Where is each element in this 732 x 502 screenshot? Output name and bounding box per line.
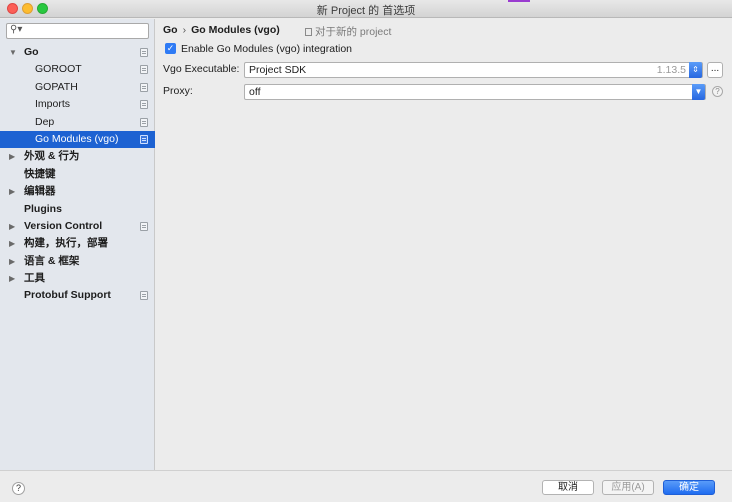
breadcrumb-separator: › <box>182 24 187 36</box>
title-accent-bar <box>508 0 530 2</box>
sidebar-item-label: Protobuf Support <box>24 289 111 302</box>
sidebar-item-label: Plugins <box>24 202 62 215</box>
project-scope-note: 对于新的 project <box>305 24 391 39</box>
project-scope-icon <box>140 100 148 110</box>
sidebar-item-protobuf-support[interactable]: Protobuf Support <box>0 287 155 304</box>
collapsed-arrow-icon[interactable]: ▶ <box>9 235 15 252</box>
collapsed-arrow-icon[interactable]: ▶ <box>9 270 15 287</box>
search-icon: ⚲▾ <box>10 24 23 35</box>
project-scope-icon <box>140 291 148 301</box>
expanded-arrow-icon[interactable]: ▼ <box>9 44 17 61</box>
vgo-executable-value: Project SDK <box>249 64 307 76</box>
title-bar: 新 Project 的 首选项 <box>0 0 732 18</box>
breadcrumb-current: Go Modules (vgo) <box>191 24 280 36</box>
help-button[interactable]: ? <box>12 482 25 495</box>
project-scope-icon <box>140 82 148 92</box>
settings-tree: ▼ Go GOROOT GOPATH Imports Dep Go Module… <box>0 44 155 305</box>
project-scope-icon <box>140 48 148 57</box>
sidebar-item-keymap[interactable]: 快捷键 <box>0 166 155 183</box>
proxy-help-icon[interactable]: ? <box>712 86 723 97</box>
breadcrumb: Go › Go Modules (vgo) <box>163 24 280 36</box>
scope-label: 对于新的 project <box>315 26 392 38</box>
settings-panel: Go › Go Modules (vgo) 对于新的 project ✓ Enabl… <box>156 19 732 470</box>
settings-sidebar: ⚲▾ ▼ Go GOROOT GOPATH Imports Dep Go Mod… <box>0 19 155 470</box>
proxy-select[interactable]: off ▼ <box>244 84 706 100</box>
sidebar-item-label: Version Control <box>24 219 103 232</box>
sidebar-item-appearance-behavior[interactable]: ▶ 外观 & 行为 <box>0 148 155 165</box>
sidebar-item-label: Go <box>24 46 39 58</box>
collapsed-arrow-icon[interactable]: ▶ <box>9 253 15 270</box>
sidebar-item-dep[interactable]: Dep <box>0 114 155 131</box>
sidebar-item-languages-frameworks[interactable]: ▶ 语言 & 框架 <box>0 253 155 270</box>
sdk-version: 1.13.5 <box>656 64 686 76</box>
sidebar-item-label: 语言 & 框架 <box>24 254 80 267</box>
window-title: 新 Project 的 首选项 <box>316 5 416 17</box>
proxy-label: Proxy: <box>163 85 193 97</box>
vgo-executable-label: Vgo Executable: <box>163 63 240 75</box>
project-scope-icon <box>140 65 148 75</box>
collapsed-arrow-icon[interactable]: ▶ <box>9 148 15 165</box>
sidebar-item-go-modules[interactable]: Go Modules (vgo) <box>0 130 155 149</box>
sidebar-item-version-control[interactable]: ▶ Version Control <box>0 218 155 235</box>
project-scope-icon <box>140 117 148 127</box>
sidebar-item-label: Dep <box>35 115 55 128</box>
collapsed-arrow-icon[interactable]: ▶ <box>9 218 15 235</box>
sidebar-search-input[interactable]: ⚲▾ <box>6 23 149 39</box>
enable-go-modules-checkbox[interactable]: ✓ <box>165 43 176 54</box>
collapsed-arrow-icon[interactable]: ▶ <box>9 183 15 200</box>
sidebar-item-gopath[interactable]: GOPATH <box>0 79 155 96</box>
cancel-button[interactable]: 取消 <box>542 480 594 495</box>
apply-button[interactable]: 应用(A) <box>602 480 654 495</box>
sidebar-item-go[interactable]: ▼ Go <box>0 44 155 61</box>
sidebar-item-plugins[interactable]: Plugins <box>0 201 155 218</box>
sidebar-item-label: GOROOT <box>35 63 82 76</box>
dialog-footer: ? 取消 应用(A) 确定 <box>0 470 732 502</box>
sidebar-item-editor[interactable]: ▶ 编辑器 <box>0 183 155 200</box>
sidebar-item-imports[interactable]: Imports <box>0 96 155 113</box>
sidebar-item-label: 外观 & 行为 <box>24 150 80 163</box>
sidebar-item-build-execution-deployment[interactable]: ▶ 构建，执行，部署 <box>0 235 155 252</box>
project-scope-icon <box>140 221 148 231</box>
chevron-down-icon[interactable]: ▼ <box>692 84 705 100</box>
ok-button[interactable]: 确定 <box>663 480 715 495</box>
sidebar-item-tools[interactable]: ▶ 工具 <box>0 270 155 287</box>
browse-button[interactable]: ... <box>707 62 723 78</box>
breadcrumb-root: Go <box>163 24 178 36</box>
sidebar-item-goroot[interactable]: GOROOT <box>0 61 155 78</box>
sidebar-item-label: Go Modules (vgo) <box>35 132 119 145</box>
sidebar-item-label: Imports <box>35 98 71 111</box>
project-scope-icon <box>140 134 148 144</box>
sidebar-item-label: 编辑器 <box>24 185 56 198</box>
updown-arrows-icon[interactable]: ⇕ <box>689 62 702 78</box>
vgo-executable-select[interactable]: Project SDK 1.13.5 ⇕ <box>244 62 703 78</box>
sidebar-item-label: GOPATH <box>35 80 78 93</box>
sidebar-item-label: 工具 <box>24 272 45 285</box>
project-scope-icon <box>305 28 312 36</box>
sidebar-item-label: 构建，执行，部署 <box>24 237 108 250</box>
enable-go-modules-label[interactable]: Enable Go Modules (vgo) integration <box>181 42 352 56</box>
sidebar-item-label: 快捷键 <box>24 167 56 180</box>
proxy-value: off <box>249 86 261 98</box>
